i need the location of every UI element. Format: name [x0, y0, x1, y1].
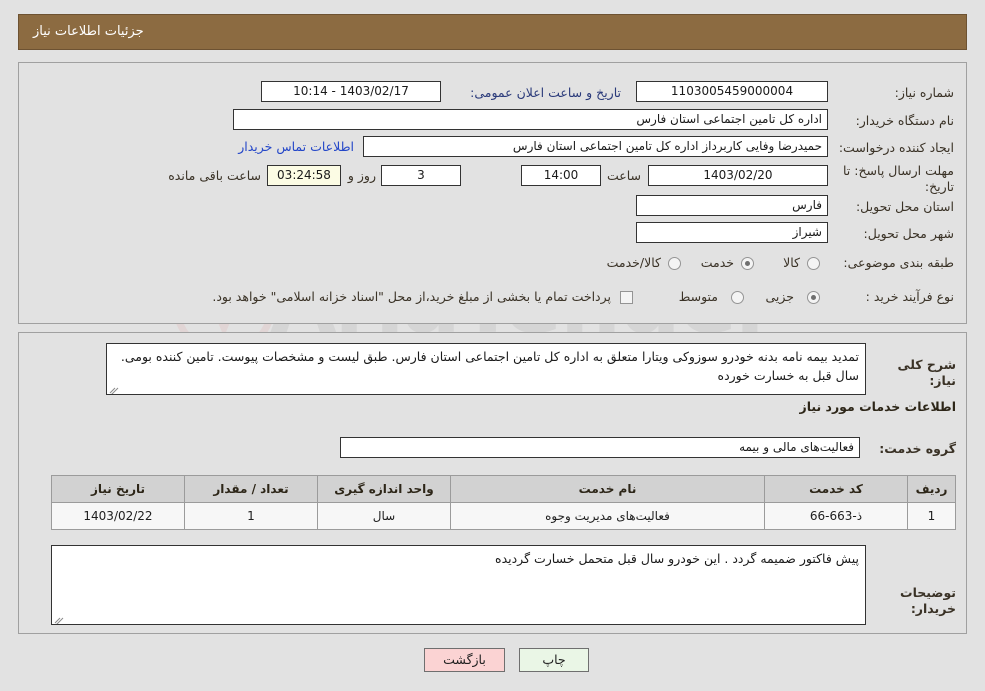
col-unit: واحد اندازه گیری — [317, 475, 451, 503]
table-header-row: ردیف کد خدمت نام خدمت واحد اندازه گیری ت… — [51, 475, 956, 503]
buyer-notes-textarea[interactable]: پیش فاکتور ضمیمه گردد . این خودرو سال قب… — [51, 545, 866, 625]
deadline-label: مهلت ارسال پاسخ: تا تاریخ: — [843, 163, 954, 194]
need-number-field: 1103005459000004 — [636, 81, 828, 102]
print-button[interactable]: چاپ — [519, 648, 589, 672]
radio-kala[interactable] — [807, 257, 820, 270]
radio-jozyi-label: جزیی — [765, 289, 794, 304]
delivery-province-field: فارس — [636, 195, 828, 216]
request-creator-label: ایجاد کننده درخواست: — [838, 140, 954, 155]
cell-need-date: 1403/02/22 — [51, 502, 185, 530]
request-creator-field: حمیدرضا وفایی کاربرداز اداره کل تامین اج… — [363, 136, 828, 157]
radio-kala-label: کالا — [783, 255, 800, 270]
cell-service-name: فعالیت‌های مدیریت وجوه — [450, 502, 765, 530]
treasury-note-text: پرداخت تمام یا بخشی از مبلغ خرید،از محل … — [212, 289, 611, 304]
deadline-time-field: 14:00 — [521, 165, 601, 186]
cell-service-code: ذ-663-66 — [764, 502, 908, 530]
deadline-days-suffix: روز و — [347, 168, 376, 183]
cell-radif: 1 — [907, 502, 956, 530]
subject-classification-label: طبقه بندی موضوعی: — [843, 255, 954, 270]
col-need-date: تاریخ نیاز — [51, 475, 185, 503]
table-row: 1 ذ-663-66 فعالیت‌های مدیریت وجوه سال 1 … — [51, 502, 956, 530]
cell-quantity: 1 — [184, 502, 318, 530]
announce-datetime-label: تاریخ و ساعت اعلان عمومی: — [470, 85, 621, 100]
deadline-countdown-suffix: ساعت باقی مانده — [168, 168, 261, 183]
need-description-textarea[interactable]: تمدید بیمه نامه بدنه خودرو سوزوکی ویتارا… — [106, 343, 866, 395]
buyer-notes-value: پیش فاکتور ضمیمه گردد . این خودرو سال قب… — [495, 551, 859, 566]
col-service-code: کد خدمت — [764, 475, 908, 503]
radio-kala-khedmat[interactable] — [668, 257, 681, 270]
deadline-countdown-field: 03:24:58 — [267, 165, 341, 186]
need-number-label: شماره نیاز: — [894, 85, 954, 100]
need-description-label: شرح کلی نیاز: — [897, 357, 956, 388]
service-group-label: گروه خدمت: — [879, 441, 956, 456]
col-service-name: نام خدمت — [450, 475, 765, 503]
page-title: جزئیات اطلاعات نیاز — [33, 24, 144, 39]
back-button[interactable]: بازگشت — [424, 648, 505, 672]
col-quantity: تعداد / مقدار — [184, 475, 318, 503]
radio-khedmat-label: خدمت — [700, 255, 734, 270]
deadline-date-field: 1403/02/20 — [648, 165, 828, 186]
radio-jozyi[interactable] — [807, 291, 820, 304]
announce-datetime-field: 1403/02/17 - 10:14 — [261, 81, 441, 102]
buyer-contact-link[interactable]: اطلاعات تماس خریدار — [238, 137, 354, 156]
radio-motevaset-label: متوسط — [678, 289, 718, 304]
radio-khedmat[interactable] — [741, 257, 754, 270]
radio-motevaset[interactable] — [731, 291, 744, 304]
buyer-notes-label: توضیحات خریدار: — [900, 585, 956, 616]
service-group-field: فعالیت‌های مالی و بیمه — [340, 437, 860, 458]
radio-kala-khedmat-label: کالا/خدمت — [606, 255, 661, 270]
buyer-org-label: نام دستگاه خریدار: — [855, 113, 954, 128]
deadline-time-label: ساعت — [606, 168, 641, 183]
treasury-note-checkbox[interactable] — [620, 291, 633, 304]
page-header: جزئیات اطلاعات نیاز — [18, 14, 967, 50]
services-table: ردیف کد خدمت نام خدمت واحد اندازه گیری ت… — [51, 475, 956, 530]
need-details-panel: شرح کلی نیاز: تمدید بیمه نامه بدنه خودرو… — [18, 332, 967, 634]
delivery-city-label: شهر محل تحویل: — [863, 226, 954, 241]
need-info-panel: شماره نیاز: 1103005459000004 تاریخ و ساع… — [18, 62, 967, 324]
deadline-days-field: 3 — [381, 165, 461, 186]
services-section-title: اطلاعات خدمات مورد نیاز — [799, 399, 957, 414]
col-radif: ردیف — [907, 475, 956, 503]
need-description-value: تمدید بیمه نامه بدنه خودرو سوزوکی ویتارا… — [120, 349, 859, 383]
delivery-province-label: استان محل تحویل: — [855, 199, 954, 214]
purchase-process-label: نوع فرآیند خرید : — [865, 289, 954, 304]
resize-grip-icon[interactable] — [54, 613, 64, 624]
delivery-city-field: شیراز — [636, 222, 828, 243]
cell-unit: سال — [317, 502, 451, 530]
buyer-org-field: اداره کل تامین اجتماعی استان فارس — [233, 109, 828, 130]
resize-grip-icon[interactable] — [109, 383, 119, 394]
